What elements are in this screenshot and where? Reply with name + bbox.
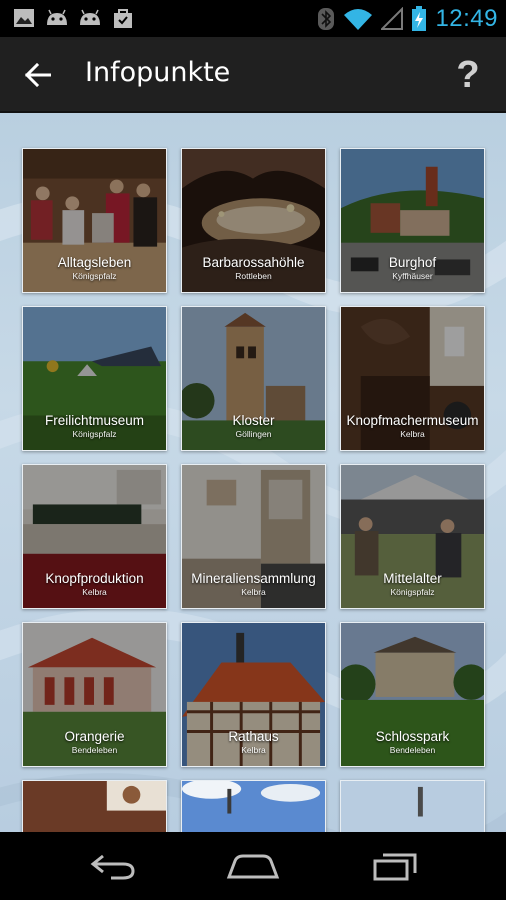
clock: 12:49: [435, 4, 498, 32]
help-button[interactable]: ?: [448, 51, 488, 99]
partial-image: [341, 781, 484, 832]
tile-kloster[interactable]: Kloster Göllingen: [181, 306, 326, 451]
partial-image: [182, 781, 325, 832]
tile-title: Mittelalter: [383, 571, 442, 586]
bluetooth-icon: [318, 7, 335, 30]
tile-subtitle: Bendeleben: [389, 745, 436, 755]
tile-title: Schlosspark: [375, 729, 450, 744]
tile-subtitle: Königspfalz: [72, 429, 117, 439]
status-bar: 12:49: [0, 0, 506, 37]
tile-subtitle: Kelbra: [241, 587, 266, 597]
shopping-bag-icon: [114, 9, 132, 28]
wifi-icon: [344, 8, 373, 30]
navigation-bar: [0, 832, 506, 900]
tile-title: Knopfmachermuseum: [346, 413, 479, 428]
nav-home-button[interactable]: [223, 846, 283, 886]
back-button[interactable]: [16, 55, 60, 95]
tile-knopfmachermuseum[interactable]: Knopfmachermuseum Kelbra: [340, 306, 485, 451]
tile-title: Mineraliensammlung: [191, 571, 316, 586]
tile-partial[interactable]: [22, 780, 167, 832]
tile-title: Freilichtmuseum: [44, 413, 145, 428]
tile-subtitle: Göllingen: [235, 429, 272, 439]
tile-burghof[interactable]: Burghof Kyffhäuser: [340, 148, 485, 293]
android-icon: [80, 9, 100, 25]
tile-title: Kloster: [232, 413, 275, 428]
home-nav-icon: [226, 854, 280, 879]
tile-partial[interactable]: [181, 780, 326, 832]
tile-barbarossahoehle[interactable]: Barbarossahöhle Rottleben: [181, 148, 326, 293]
action-bar: Infopunkte ?: [0, 37, 506, 113]
tile-title: Knopfproduktion: [45, 571, 144, 586]
tile-subtitle: Kelbra: [400, 429, 425, 439]
signal-icon: [381, 6, 404, 30]
arrow-left-icon: [25, 63, 51, 87]
nav-back-button[interactable]: [83, 846, 143, 886]
tile-subtitle: Königspfalz: [390, 587, 435, 597]
partial-image: [23, 781, 166, 832]
tile-orangerie[interactable]: Orangerie Bendeleben: [22, 622, 167, 767]
content-area[interactable]: Alltagsleben Königspfalz Barbarossahöhle…: [0, 113, 506, 832]
page-title: Infopunkte: [85, 57, 231, 88]
tile-subtitle: Kelbra: [241, 745, 266, 755]
tile-subtitle: Bendeleben: [71, 745, 118, 755]
tile-mittelalter[interactable]: Mittelalter Königspfalz: [340, 464, 485, 609]
tile-title: Burghof: [388, 255, 437, 270]
tile-subtitle: Königspfalz: [72, 271, 117, 281]
tile-mineraliensammlung[interactable]: Mineraliensammlung Kelbra: [181, 464, 326, 609]
nav-recents-button[interactable]: [365, 846, 425, 886]
android-icon: [47, 9, 67, 25]
tile-partial[interactable]: [340, 780, 485, 832]
gallery-icon: [14, 9, 34, 27]
tile-title: Orangerie: [64, 729, 125, 744]
tile-title: Alltagsleben: [57, 255, 132, 270]
recent-apps-icon: [373, 853, 417, 881]
tile-subtitle: Kyffhäuser: [392, 271, 433, 281]
tile-freilichtmuseum[interactable]: Freilichtmuseum Königspfalz: [22, 306, 167, 451]
tile-knopfproduktion[interactable]: Knopfproduktion Kelbra: [22, 464, 167, 609]
tile-alltagsleben[interactable]: Alltagsleben Königspfalz: [22, 148, 167, 293]
tile-rathaus[interactable]: Rathaus Kelbra: [181, 622, 326, 767]
tile-subtitle: Kelbra: [82, 587, 107, 597]
tile-subtitle: Rottleben: [235, 271, 272, 281]
tile-title: Rathaus: [228, 729, 279, 744]
tile-title: Barbarossahöhle: [202, 255, 305, 270]
battery-charging-icon: [412, 5, 427, 31]
tile-schlosspark[interactable]: Schlosspark Bendeleben: [340, 622, 485, 767]
back-nav-icon: [90, 854, 135, 880]
